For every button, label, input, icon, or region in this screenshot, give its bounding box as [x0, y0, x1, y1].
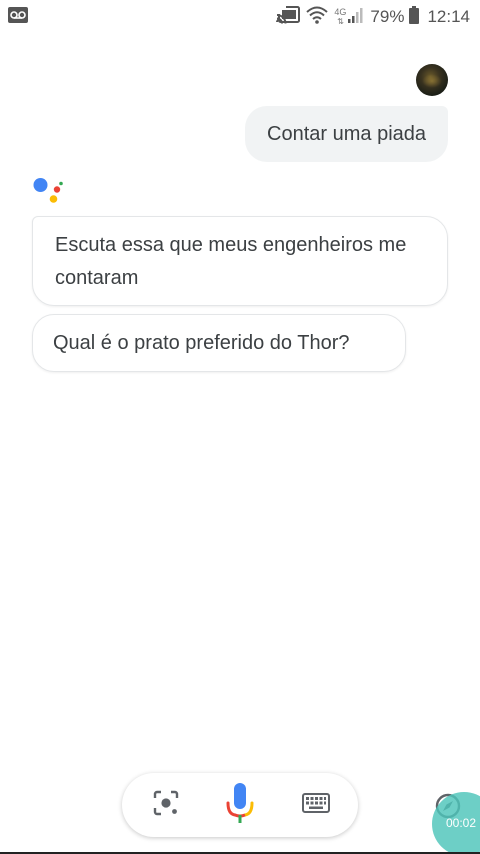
assistant-reply-text: Escuta essa que meus engenheiros me cont… [55, 234, 407, 289]
keyboard-button[interactable] [294, 773, 338, 837]
assistant-reply-text: Qual é o prato preferido do Thor? [53, 332, 350, 354]
signal-icon [348, 7, 364, 28]
assistant-logo-icon [32, 174, 66, 206]
user-avatar[interactable] [416, 64, 448, 96]
user-query-text: Contar uma piada [267, 122, 426, 145]
user-query-bubble[interactable]: Contar uma piada [245, 106, 448, 162]
microphone-icon [225, 782, 255, 828]
status-bar: 4G ⇅ 79% 12:14 [0, 0, 480, 34]
wifi-icon [306, 6, 329, 29]
battery-icon [409, 5, 420, 29]
microphone-button[interactable] [220, 773, 260, 837]
keyboard-icon [302, 792, 330, 818]
lens-button[interactable] [146, 773, 186, 837]
lens-icon [153, 790, 179, 821]
battery-percent: 79% [370, 7, 405, 26]
assistant-reply-bubble[interactable]: Escuta essa que meus engenheiros me cont… [32, 216, 448, 306]
voicemail-icon [8, 7, 28, 28]
cast-icon [276, 5, 301, 29]
assistant-reply-bubble[interactable]: Qual é o prato preferido do Thor? [32, 314, 406, 372]
clock: 12:14 [427, 7, 470, 26]
network-type-label: 4G ⇅ [334, 7, 347, 27]
recorder-elapsed-time: 00:02 [446, 816, 477, 830]
assistant-input-bar [122, 773, 358, 837]
